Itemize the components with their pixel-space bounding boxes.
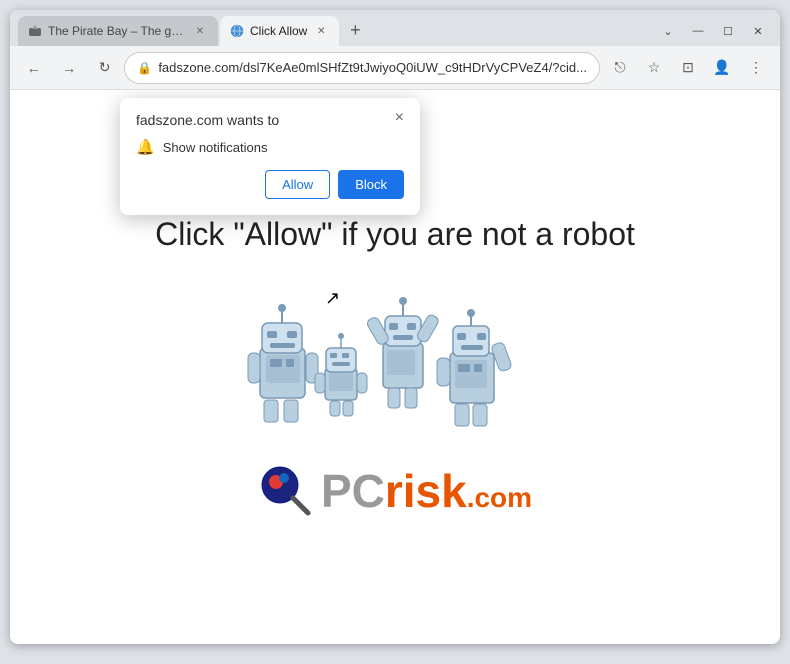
back-button[interactable]: ← xyxy=(18,52,49,84)
split-view-button[interactable]: ⊡ xyxy=(672,52,704,84)
content-area: fadszone.com wants to × 🔔 Show notificat… xyxy=(10,90,780,644)
bookmark-button[interactable]: ☆ xyxy=(638,52,670,84)
minimize-btn[interactable]: — xyxy=(684,20,712,42)
window-controls: ⌄ — ☐ ✕ xyxy=(654,20,772,42)
new-tab-button[interactable]: + xyxy=(341,16,369,44)
menu-button[interactable]: ⋮ xyxy=(740,52,772,84)
browser-window: The Pirate Bay – The galaxy's mo... ✕ Cl… xyxy=(10,10,780,644)
robots-illustration xyxy=(240,273,550,433)
tab-1[interactable]: The Pirate Bay – The galaxy's mo... ✕ xyxy=(18,16,218,46)
lock-icon: 🔒 xyxy=(137,61,152,75)
bell-icon: 🔔 xyxy=(136,138,155,156)
popup-close-button[interactable]: × xyxy=(395,110,404,126)
tab-bar: The Pirate Bay – The galaxy's mo... ✕ Cl… xyxy=(10,10,780,46)
popup-header: fadszone.com wants to × xyxy=(136,112,404,128)
tab1-title: The Pirate Bay – The galaxy's mo... xyxy=(48,24,186,38)
notification-popup: fadszone.com wants to × 🔔 Show notificat… xyxy=(120,98,420,215)
tab-2[interactable]: Click Allow ✕ xyxy=(220,16,339,46)
reload-button[interactable]: ↻ xyxy=(89,52,120,84)
pc-text: PC xyxy=(321,465,385,517)
popup-notification-row: 🔔 Show notifications xyxy=(136,138,404,156)
pcrisk-text: PCrisk.com xyxy=(321,464,532,518)
tab2-favicon xyxy=(230,24,244,38)
main-heading: Click "Allow" if you are not a robot xyxy=(155,216,635,253)
profile-button[interactable]: 👤 xyxy=(706,52,738,84)
tab2-close-btn[interactable]: ✕ xyxy=(313,23,329,39)
maximize-btn[interactable]: ☐ xyxy=(714,20,742,42)
pcrisk-icon xyxy=(258,463,313,518)
address-text: fadszone.com/dsl7KeAe0mlSHfZt9tJwiyoQ0iU… xyxy=(158,60,587,75)
tab1-favicon xyxy=(28,24,42,38)
risk-text: risk xyxy=(385,465,467,517)
address-bar[interactable]: 🔒 fadszone.com/dsl7KeAe0mlSHfZt9tJwiyoQ0… xyxy=(124,52,600,84)
tab2-title: Click Allow xyxy=(250,24,307,38)
close-btn[interactable]: ✕ xyxy=(744,20,772,42)
popup-title: fadszone.com wants to xyxy=(136,112,279,128)
popup-notification-label: Show notifications xyxy=(163,140,268,155)
share-button[interactable]: ⎋ xyxy=(604,52,636,84)
block-button[interactable]: Block xyxy=(338,170,404,199)
tab1-close-btn[interactable]: ✕ xyxy=(192,23,208,39)
dotcom-text: .com xyxy=(467,482,532,513)
pcrisk-logo: PCrisk.com xyxy=(258,463,532,518)
allow-button[interactable]: Allow xyxy=(265,170,330,199)
tab-dropdown-btn[interactable]: ⌄ xyxy=(654,20,682,42)
page-content: Click "Allow" if you are not a robot xyxy=(155,216,635,518)
nav-bar: ← → ↻ 🔒 fadszone.com/dsl7KeAe0mlSHfZt9tJ… xyxy=(10,46,780,90)
nav-right-buttons: ⎋ ☆ ⊡ 👤 ⋮ xyxy=(604,52,772,84)
popup-buttons: Allow Block xyxy=(136,170,404,199)
robots-svg xyxy=(240,273,550,433)
forward-button[interactable]: → xyxy=(53,52,84,84)
